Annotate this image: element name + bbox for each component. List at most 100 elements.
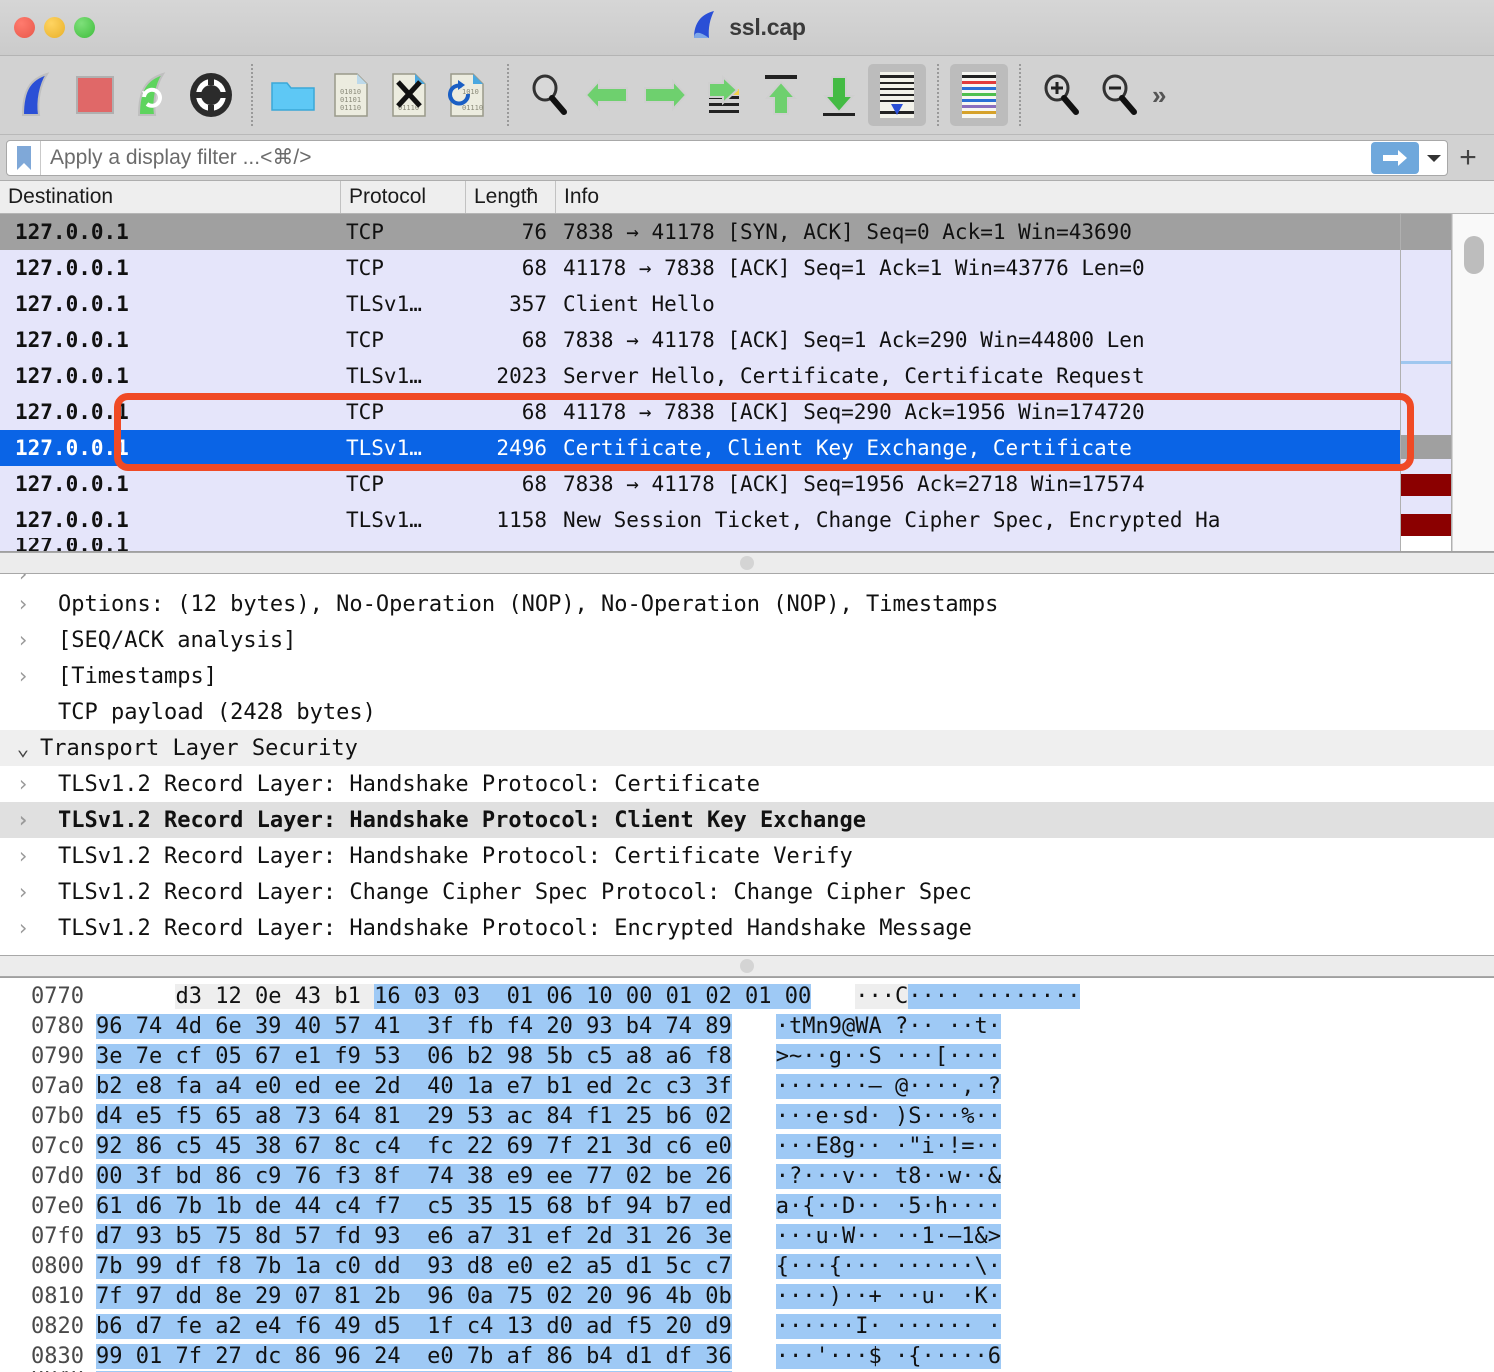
table-row[interactable]: 127.0.0.1 TLSv1… 1158 New Session Ticket… (0, 502, 1494, 538)
hex-row[interactable]: 0790 3e 7e cf 05 67 e1 f9 53 06 b2 98 5b… (0, 1041, 1494, 1071)
start-capture-button[interactable] (8, 64, 66, 126)
hex-row[interactable]: 07b0 d4 e5 f5 65 a8 73 64 81 29 53 ac 84… (0, 1101, 1494, 1131)
detail-row-transport-layer-security[interactable]: ⌄ Transport Layer Security (0, 730, 1494, 766)
zoom-out-button[interactable] (1090, 64, 1148, 126)
reload-file-button[interactable]: 1010 01110 (438, 64, 496, 126)
filter-box[interactable] (6, 139, 1448, 176)
column-header-length[interactable]: Lengtħ (465, 181, 555, 213)
auto-scroll-button[interactable] (868, 64, 926, 126)
hex-bytes: 3e 7e cf 05 67 e1 f9 53 06 b2 98 5b c5 a… (96, 1043, 732, 1069)
go-back-button[interactable] (578, 64, 636, 126)
scrollbar-thumb[interactable] (1464, 236, 1484, 274)
stop-capture-button[interactable] (66, 64, 124, 126)
detail-row-clipped[interactable]: › (0, 574, 1494, 586)
table-row[interactable]: 127.0.0.1 TCP 76 7838 → 41178 [SYN, ACK]… (0, 214, 1494, 250)
hex-row[interactable]: 07d0 00 3f bd 86 c9 76 f3 8f 74 38 e9 ee… (0, 1161, 1494, 1191)
table-row[interactable]: 127.0.0.1 TCP 68 7838 → 41178 [ACK] Seq=… (0, 466, 1494, 502)
hex-dump-pane[interactable]: 0770 d3 12 0e 43 b1 16 03 03 01 06 10 00… (0, 977, 1494, 1372)
detail-row-record-certificate[interactable]: › TLSv1.2 Record Layer: Handshake Protoc… (0, 766, 1494, 802)
pane-splitter[interactable] (0, 552, 1494, 574)
zoom-window-button[interactable] (74, 17, 95, 38)
window-controls[interactable] (14, 17, 95, 38)
display-filter-input[interactable] (41, 140, 1371, 175)
hex-row[interactable]: 07f0 d7 93 b5 75 8d 57 fd 93 e6 a7 31 ef… (0, 1221, 1494, 1251)
chevron-right-icon[interactable]: › (6, 628, 40, 652)
close-document-icon: 01110 (392, 73, 426, 117)
table-row[interactable]: 127.0.0.1 TLSv1… 2023 Server Hello, Cert… (0, 358, 1494, 394)
splitter-grip[interactable] (740, 556, 754, 570)
chevron-right-icon[interactable]: › (6, 592, 40, 616)
hex-bytes: 7b 99 df f8 7b 1a c0 dd 93 d8 e0 e2 a5 d… (96, 1253, 732, 1279)
column-header-destination[interactable]: Destination (0, 181, 340, 213)
hex-row[interactable]: 07e0 61 d6 7b 1b de 44 c4 f7 c5 35 15 68… (0, 1191, 1494, 1221)
detail-row-record-client-key-exchange[interactable]: › TLSv1.2 Record Layer: Handshake Protoc… (0, 802, 1494, 838)
capture-options-button[interactable] (182, 64, 240, 126)
open-file-button[interactable] (264, 64, 322, 126)
go-to-packet-button[interactable] (694, 64, 752, 126)
table-row[interactable]: 127.0.0.1 TCP 68 41178 → 7838 [ACK] Seq=… (0, 250, 1494, 286)
hex-ascii: >~··g··S ···[···· (775, 1043, 1001, 1069)
go-forward-button[interactable] (636, 64, 694, 126)
go-to-last-button[interactable] (810, 64, 868, 126)
chevron-right-icon[interactable]: › (6, 574, 40, 586)
filter-bookmark-icon[interactable] (7, 140, 41, 175)
chevron-right-icon[interactable]: › (6, 772, 40, 796)
column-header-info[interactable]: Info (555, 181, 1275, 213)
cell-info: Client Hello (563, 292, 715, 316)
close-file-button[interactable]: 01110 (380, 64, 438, 126)
table-row[interactable]: 127.0.0.1 TCP 68 7838 → 41178 [ACK] Seq=… (0, 322, 1494, 358)
zoom-out-icon (1102, 74, 1137, 115)
packet-detail-pane[interactable]: › › Options: (12 bytes), No-Operation (N… (0, 574, 1494, 955)
detail-row-options[interactable]: › Options: (12 bytes), No-Operation (NOP… (0, 586, 1494, 622)
find-packet-button[interactable] (520, 64, 578, 126)
chevron-down-icon[interactable]: ⌄ (6, 736, 40, 760)
packet-list-body[interactable]: 127.0.0.1 TCP 76 7838 → 41178 [SYN, ACK]… (0, 214, 1494, 551)
add-filter-button[interactable]: + (1448, 140, 1488, 176)
hex-row[interactable]: 0770 d3 12 0e 43 b1 16 03 03 01 06 10 00… (0, 981, 1494, 1011)
hex-row[interactable]: 0800 7b 99 df f8 7b 1a c0 dd 93 d8 e0 e2… (0, 1251, 1494, 1281)
detail-row-tcp-payload[interactable]: TCP payload (2428 bytes) (0, 694, 1494, 730)
chevron-right-icon[interactable]: › (6, 808, 40, 832)
hex-row[interactable]: 07a0 b2 e8 fa a4 e0 ed ee 2d 40 1a e7 b1… (0, 1071, 1494, 1101)
splitter-grip-2[interactable] (740, 959, 754, 973)
save-file-button[interactable]: 01010 01101 01110 (322, 64, 380, 126)
minimize-window-button[interactable] (44, 17, 65, 38)
table-row[interactable]: 127.0.0.1 TCP 68 41178 → 7838 [ACK] Seq=… (0, 394, 1494, 430)
chevron-right-icon[interactable]: › (6, 664, 40, 688)
close-window-button[interactable] (14, 17, 35, 38)
zoom-in-button[interactable] (1032, 64, 1090, 126)
column-header-protocol[interactable]: Protocol (340, 181, 465, 213)
hex-row[interactable]: 0820 b6 d7 fe a2 e4 f6 49 d5 1f c4 13 d0… (0, 1311, 1494, 1341)
filter-history-chevron-down-icon[interactable] (1421, 142, 1447, 174)
hex-row[interactable]: 0830 99 01 7f 27 dc 86 96 24 e0 7b af 86… (0, 1341, 1494, 1371)
packet-list-vertical-scrollbar[interactable] (1452, 214, 1494, 551)
detail-row-timestamps[interactable]: › [Timestamps] (0, 658, 1494, 694)
chevron-right-icon[interactable]: › (6, 844, 40, 868)
hex-bytes: 92 86 c5 45 38 67 8c c4 fc 22 69 7f 21 3… (96, 1133, 732, 1159)
restart-capture-button[interactable] (124, 64, 182, 126)
detail-row-record-certificate-verify[interactable]: › TLSv1.2 Record Layer: Handshake Protoc… (0, 838, 1494, 874)
detail-row-record-encrypted-handshake[interactable]: › TLSv1.2 Record Layer: Handshake Protoc… (0, 910, 1494, 946)
hex-row[interactable]: 07c0 92 86 c5 45 38 67 8c c4 fc 22 69 7f… (0, 1131, 1494, 1161)
packet-list-pane[interactable]: Destination Protocol Lengtħ Info 127.0.0… (0, 181, 1494, 552)
hex-bytes: 99 01 7f 27 dc 86 96 24 e0 7b af 86 b4 d… (96, 1343, 732, 1369)
cell-info: Certificate, Client Key Exchange, Certif… (563, 436, 1132, 460)
detail-row-record-change-cipher-spec[interactable]: › TLSv1.2 Record Layer: Change Cipher Sp… (0, 874, 1494, 910)
chevron-right-icon[interactable]: › (6, 916, 40, 940)
arrow-up-to-line-icon (764, 75, 798, 115)
chevron-right-icon[interactable]: › (6, 880, 40, 904)
apply-filter-button[interactable] (1371, 141, 1419, 174)
intelligent-scrollbar-minimap[interactable] (1400, 214, 1452, 551)
go-to-first-button[interactable] (752, 64, 810, 126)
cell-protocol: TCP (346, 472, 384, 496)
detail-row-seq-ack-analysis[interactable]: › [SEQ/ACK analysis] (0, 622, 1494, 658)
cell-info: New Session Ticket, Change Cipher Spec, … (563, 508, 1221, 532)
pane-splitter-2[interactable] (0, 955, 1494, 977)
toolbar-overflow-icon[interactable]: » (1152, 80, 1166, 111)
table-row-partial[interactable]: 127.0.0.1 (0, 538, 1494, 551)
table-row-selected[interactable]: 127.0.0.1 TLSv1… 2496 Certificate, Clien… (0, 430, 1494, 466)
hex-ascii: ···'···$ ·{·····6 (775, 1343, 1001, 1369)
colorize-button[interactable] (950, 64, 1008, 126)
hex-row[interactable]: 0810 7f 97 dd 8e 29 07 81 2b 96 0a 75 02… (0, 1281, 1494, 1311)
table-row[interactable]: 127.0.0.1 TLSv1… 357 Client Hello (0, 286, 1494, 322)
